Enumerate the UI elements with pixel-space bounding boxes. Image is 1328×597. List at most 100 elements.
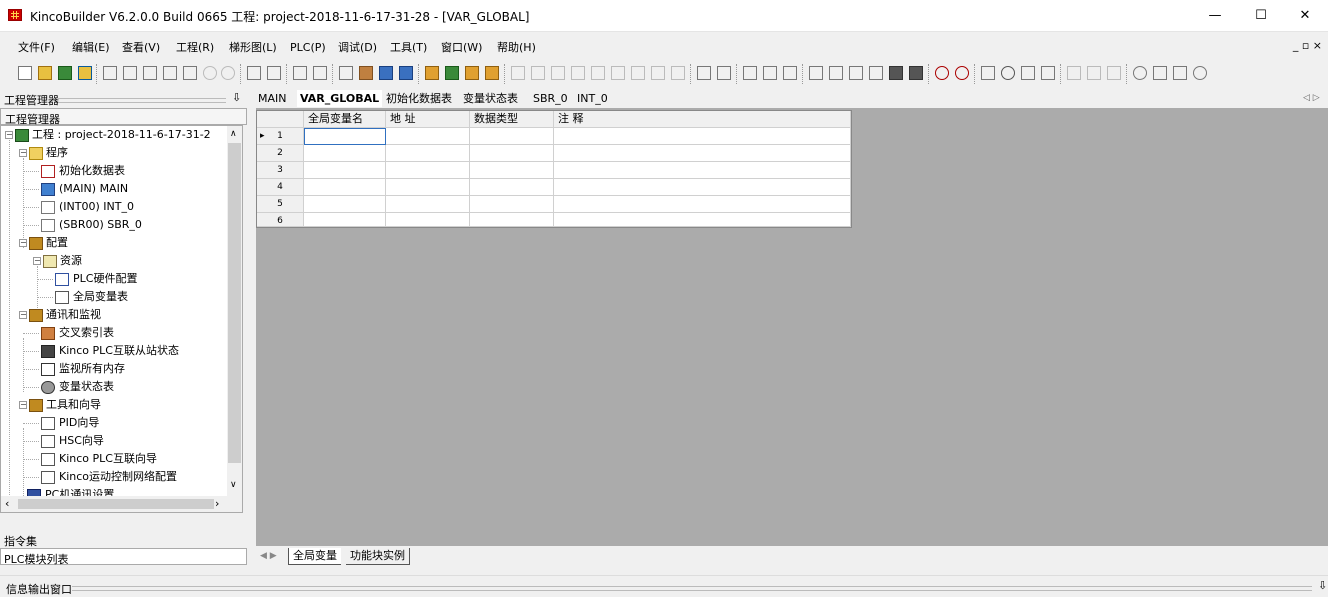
line-icon[interactable] — [591, 66, 605, 80]
tree-node-plc-hardware[interactable]: PLC硬件配置 — [73, 270, 137, 288]
cut-icon[interactable] — [103, 66, 117, 80]
menu-view[interactable]: 查看(V) — [122, 39, 160, 57]
scroll-right-icon[interactable]: › — [215, 497, 219, 510]
chart-icon[interactable] — [1173, 66, 1187, 80]
undo-icon[interactable] — [203, 66, 217, 80]
il-view-icon[interactable] — [399, 66, 413, 80]
sort-icon[interactable] — [981, 66, 995, 80]
collapse-icon[interactable]: − — [19, 149, 27, 157]
find-icon[interactable] — [247, 66, 261, 80]
contact-no-icon[interactable] — [511, 66, 525, 80]
tree-node-hsc-wizard[interactable]: HSC向导 — [59, 432, 104, 450]
row-header[interactable]: 3 — [257, 162, 304, 179]
data-block-icon[interactable] — [783, 66, 797, 80]
close-button[interactable]: ✕ — [1282, 0, 1328, 31]
column-header-type[interactable]: 数据类型 — [470, 111, 554, 128]
tree-node-project[interactable]: 工程 : project-2018-11-6-17-31-2 — [32, 126, 211, 144]
contact-p-icon[interactable] — [551, 66, 565, 80]
table-cell[interactable] — [470, 128, 554, 145]
tree-node-config[interactable]: 配置 — [46, 234, 68, 252]
scroll-up-icon[interactable]: ∧ — [230, 129, 237, 139]
table-cell-selected[interactable] — [304, 128, 386, 145]
table-cell[interactable] — [386, 179, 470, 196]
new-file-icon[interactable] — [18, 66, 32, 80]
copy-icon[interactable] — [123, 66, 137, 80]
minimize-button[interactable]: — — [1192, 0, 1238, 31]
table-cell[interactable] — [554, 162, 851, 179]
tree-node-init-data-table[interactable]: 初始化数据表 — [59, 162, 125, 180]
tree-node-slave-status[interactable]: Kinco PLC互联从站状态 — [59, 342, 179, 360]
tab-var-global[interactable]: VAR_GLOBAL — [297, 90, 383, 107]
sheet-tab-global-vars[interactable]: 全局变量 — [288, 548, 341, 565]
sheet-tab-fb-instances[interactable]: 功能块实例 — [346, 548, 410, 565]
scrollbar-thumb[interactable] — [18, 499, 214, 509]
column-header-comment[interactable]: 注 释 — [554, 111, 851, 128]
pane-grip[interactable] — [58, 98, 226, 103]
open-folder-icon[interactable] — [38, 66, 52, 80]
read-icon[interactable] — [1021, 66, 1035, 80]
table-cell[interactable] — [554, 196, 851, 213]
tab-init-data[interactable]: 初始化数据表 — [386, 90, 452, 107]
tree-node-motion-network[interactable]: Kinco运动控制网络配置 — [59, 468, 177, 486]
row-header[interactable]: 6 — [257, 213, 304, 227]
tree-horizontal-scrollbar[interactable]: ‹ › — [1, 496, 242, 512]
menu-project[interactable]: 工程(R) — [176, 39, 214, 57]
table-cell[interactable] — [386, 128, 470, 145]
table-cell[interactable] — [470, 179, 554, 196]
column-header-name[interactable]: 全局变量名 — [304, 111, 386, 128]
menu-window[interactable]: 窗口(W) — [441, 39, 482, 57]
collapse-icon[interactable]: − — [5, 131, 13, 139]
tree-node-pid-wizard[interactable]: PID向导 — [59, 414, 99, 432]
app-icon[interactable] — [8, 9, 22, 21]
tree-node-cross-ref[interactable]: 交叉索引表 — [59, 324, 114, 342]
table-cell[interactable] — [386, 196, 470, 213]
tab-main[interactable]: MAIN — [258, 90, 287, 107]
table-cell[interactable] — [386, 145, 470, 162]
table-cell[interactable] — [386, 213, 470, 227]
row-header[interactable]: 5 — [257, 196, 304, 213]
table-cell[interactable] — [304, 213, 386, 227]
menu-plc[interactable]: PLC(P) — [290, 39, 326, 57]
coil-icon[interactable] — [631, 66, 645, 80]
paste-icon[interactable] — [143, 66, 157, 80]
print-icon[interactable] — [293, 66, 307, 80]
tree-node-global-vars[interactable]: 全局变量表 — [73, 288, 128, 306]
menu-debug[interactable]: 调试(D) — [338, 39, 377, 57]
sheet-nav-arrows[interactable]: ◀ ▶ — [260, 548, 277, 564]
upload-icon[interactable] — [445, 66, 459, 80]
tree-node-comm-monitor[interactable]: 通讯和监视 — [46, 306, 101, 324]
tree-node-sbr0[interactable]: (SBR00) SBR_0 — [59, 216, 142, 234]
menu-help[interactable]: 帮助(H) — [497, 39, 536, 57]
menu-file[interactable]: 文件(F) — [18, 39, 55, 57]
cross-ref-icon[interactable] — [359, 66, 373, 80]
table-cell[interactable] — [386, 162, 470, 179]
tab-scroll-arrows[interactable]: ◁ ▷ — [1303, 90, 1320, 107]
tree-node-resources[interactable]: 资源 — [60, 252, 82, 270]
table-cell[interactable] — [554, 145, 851, 162]
pin-icon[interactable]: ⇩ — [1318, 579, 1327, 592]
memory-icon[interactable] — [889, 66, 903, 80]
tree-node-plc-link-wizard[interactable]: Kinco PLC互联向导 — [59, 450, 157, 468]
tab-int0[interactable]: INT_0 — [577, 90, 608, 107]
mdi-window-controls[interactable]: _ ▫ × — [1293, 39, 1322, 52]
tree-vertical-scrollbar[interactable]: ∧ ∨ — [227, 126, 242, 512]
box-icon[interactable] — [611, 66, 625, 80]
grid-icon[interactable] — [829, 66, 843, 80]
hardware-icon[interactable] — [849, 66, 863, 80]
step-out-icon[interactable] — [1107, 66, 1121, 80]
delete-icon[interactable] — [651, 66, 665, 80]
contact-nc-icon[interactable] — [531, 66, 545, 80]
collapse-icon[interactable]: − — [19, 401, 27, 409]
instruction-set-panel[interactable]: 指令集 — [0, 531, 247, 548]
hand-icon[interactable] — [1133, 66, 1147, 80]
tab-var-status[interactable]: 变量状态表 — [463, 90, 518, 107]
redo-icon[interactable] — [221, 66, 235, 80]
scroll-down-icon[interactable]: ∨ — [230, 480, 237, 490]
maximize-button[interactable]: ☐ — [1238, 0, 1284, 31]
network-delete-icon[interactable] — [717, 66, 731, 80]
table-cell[interactable] — [554, 213, 851, 227]
zoom-in-icon[interactable] — [935, 66, 949, 80]
row-header[interactable]: 4 — [257, 179, 304, 196]
tree-node-program[interactable]: 程序 — [46, 144, 68, 162]
tree-node-main[interactable]: (MAIN) MAIN — [59, 180, 128, 198]
